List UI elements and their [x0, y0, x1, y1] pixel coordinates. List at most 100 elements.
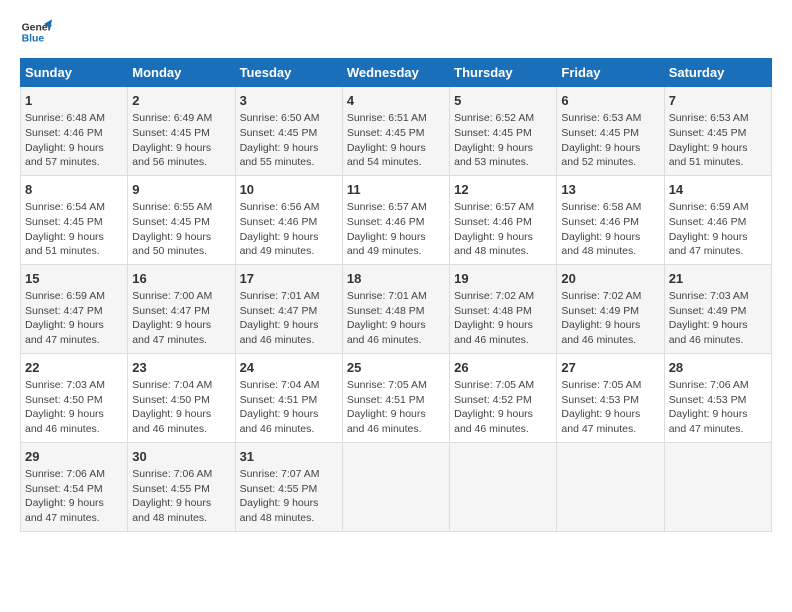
sunset: Sunset: 4:46 PM	[454, 216, 532, 228]
sunset: Sunset: 4:55 PM	[132, 483, 210, 495]
day-cell: 3Sunrise: 6:50 AMSunset: 4:45 PMDaylight…	[235, 87, 342, 176]
day-cell: 2Sunrise: 6:49 AMSunset: 4:45 PMDaylight…	[128, 87, 235, 176]
day-cell: 28Sunrise: 7:06 AMSunset: 4:53 PMDayligh…	[664, 353, 771, 442]
sunrise: Sunrise: 6:49 AM	[132, 112, 212, 124]
header-wednesday: Wednesday	[342, 59, 449, 87]
sunset: Sunset: 4:45 PM	[240, 127, 318, 139]
day-number: 25	[347, 359, 445, 377]
daylight: Daylight: 9 hours and 46 minutes.	[454, 319, 533, 346]
daylight: Daylight: 9 hours and 46 minutes.	[25, 408, 104, 435]
day-cell: 20 Sunrise: 7:02 AM Sunset: 4:49 PM Dayligh…	[557, 264, 664, 353]
day-number: 8	[25, 181, 123, 199]
sunset: Sunset: 4:47 PM	[240, 305, 318, 317]
sunset: Sunset: 4:46 PM	[669, 216, 747, 228]
day-number: 5	[454, 92, 552, 110]
header-row: SundayMondayTuesdayWednesdayThursdayFrid…	[21, 59, 772, 87]
sunrise: Sunrise: 7:03 AM	[25, 379, 105, 391]
sunset: Sunset: 4:45 PM	[132, 216, 210, 228]
day-number: 24	[240, 359, 338, 377]
sunset: Sunset: 4:49 PM	[669, 305, 747, 317]
daylight: Daylight: 9 hours and 49 minutes.	[240, 231, 319, 258]
sunset: Sunset: 4:50 PM	[132, 394, 210, 406]
day-cell: 25Sunrise: 7:05 AMSunset: 4:51 PMDayligh…	[342, 353, 449, 442]
daylight: Daylight: 9 hours and 46 minutes.	[347, 319, 426, 346]
sunset: Sunset: 4:45 PM	[132, 127, 210, 139]
daylight: Daylight: 9 hours and 48 minutes.	[561, 231, 640, 258]
week-row-1: 1Sunrise: 6:48 AMSunset: 4:46 PMDaylight…	[21, 87, 772, 176]
sunset: Sunset: 4:50 PM	[25, 394, 103, 406]
day-cell: 29Sunrise: 7:06 AMSunset: 4:54 PMDayligh…	[21, 442, 128, 531]
sunset: Sunset: 4:46 PM	[561, 216, 639, 228]
sunrise: Sunrise: 7:04 AM	[240, 379, 320, 391]
day-cell	[450, 442, 557, 531]
day-number: 31	[240, 448, 338, 466]
day-number: 22	[25, 359, 123, 377]
daylight: Daylight: 9 hours and 51 minutes.	[669, 142, 748, 169]
sunrise: Sunrise: 7:01 AM	[240, 290, 320, 302]
sunrise: Sunrise: 7:05 AM	[454, 379, 534, 391]
day-number: 11	[347, 181, 445, 199]
day-number: 10	[240, 181, 338, 199]
daylight: Daylight: 9 hours and 53 minutes.	[454, 142, 533, 169]
svg-text:Blue: Blue	[22, 34, 45, 45]
day-cell: 27Sunrise: 7:05 AMSunset: 4:53 PMDayligh…	[557, 353, 664, 442]
sunrise: Sunrise: 6:50 AM	[240, 112, 320, 124]
day-cell: 8Sunrise: 6:54 AMSunset: 4:45 PMDaylight…	[21, 175, 128, 264]
day-number: 19	[454, 270, 552, 288]
day-cell: 4Sunrise: 6:51 AMSunset: 4:45 PMDaylight…	[342, 87, 449, 176]
sunset: Sunset: 4:53 PM	[669, 394, 747, 406]
week-row-3: 15Sunrise: 6:59 AMSunset: 4:47 PMDayligh…	[21, 264, 772, 353]
daylight: Daylight: 9 hours and 56 minutes.	[132, 142, 211, 169]
week-row-2: 8 Sunrise: 6:54 AM Sunset: 4:45 PM Daylight…	[21, 175, 772, 264]
day-number: 12	[454, 181, 552, 199]
daylight: Daylight: 9 hours and 57 minutes.	[25, 142, 104, 169]
daylight: Daylight: 9 hours and 47 minutes.	[669, 408, 748, 435]
day-number: 9	[132, 181, 230, 199]
sunset: Sunset: 4:55 PM	[240, 483, 318, 495]
sunset: Sunset: 4:48 PM	[454, 305, 532, 317]
daylight: Daylight: 9 hours and 46 minutes.	[240, 408, 319, 435]
sunrise: Sunrise: 6:58 AM	[561, 201, 641, 213]
daylight: Daylight: 9 hours and 52 minutes.	[561, 142, 640, 169]
daylight: Daylight: 9 hours and 46 minutes.	[561, 319, 640, 346]
sunrise: Sunrise: 6:57 AM	[347, 201, 427, 213]
day-number: 15	[25, 270, 123, 288]
header-tuesday: Tuesday	[235, 59, 342, 87]
week-row-5: 29Sunrise: 7:06 AMSunset: 4:54 PMDayligh…	[21, 442, 772, 531]
sunrise: Sunrise: 7:03 AM	[669, 290, 749, 302]
day-number: 14	[669, 181, 767, 199]
sunrise: Sunrise: 6:56 AM	[240, 201, 320, 213]
day-number: 20	[561, 270, 659, 288]
sunset: Sunset: 4:51 PM	[347, 394, 425, 406]
day-number: 17	[240, 270, 338, 288]
day-cell: 7Sunrise: 6:53 AMSunset: 4:45 PMDaylight…	[664, 87, 771, 176]
sunset: Sunset: 4:46 PM	[240, 216, 318, 228]
sunrise: Sunrise: 6:52 AM	[454, 112, 534, 124]
day-cell: 13Sunrise: 6:58 AMSunset: 4:46 PMDayligh…	[557, 175, 664, 264]
sunrise: Sunrise: 7:02 AM	[561, 290, 641, 302]
sunrise: Sunrise: 7:02 AM	[454, 290, 534, 302]
sunrise: Sunrise: 6:54 AM	[25, 201, 105, 213]
day-cell: 16Sunrise: 7:00 AMSunset: 4:47 PMDayligh…	[128, 264, 235, 353]
daylight: Daylight: 9 hours and 48 minutes.	[454, 231, 533, 258]
sunrise: Sunrise: 7:07 AM	[240, 468, 320, 480]
header-friday: Friday	[557, 59, 664, 87]
day-cell	[557, 442, 664, 531]
day-number: 4	[347, 92, 445, 110]
header-thursday: Thursday	[450, 59, 557, 87]
day-number: 30	[132, 448, 230, 466]
sunset: Sunset: 4:46 PM	[347, 216, 425, 228]
sunset: Sunset: 4:47 PM	[25, 305, 103, 317]
sunrise: Sunrise: 6:48 AM	[25, 112, 105, 124]
day-number: 3	[240, 92, 338, 110]
daylight: Daylight: 9 hours and 47 minutes.	[561, 408, 640, 435]
sunset: Sunset: 4:46 PM	[25, 127, 103, 139]
sunset: Sunset: 4:45 PM	[669, 127, 747, 139]
sunset: Sunset: 4:49 PM	[561, 305, 639, 317]
daylight: Daylight: 9 hours and 50 minutes.	[132, 231, 211, 258]
day-number: 16	[132, 270, 230, 288]
day-cell: 19 Sunrise: 7:02 AM Sunset: 4:48 PM Dayligh…	[450, 264, 557, 353]
day-cell: 12Sunrise: 6:57 AMSunset: 4:46 PMDayligh…	[450, 175, 557, 264]
page-header: General Blue	[20, 16, 772, 48]
day-number: 28	[669, 359, 767, 377]
